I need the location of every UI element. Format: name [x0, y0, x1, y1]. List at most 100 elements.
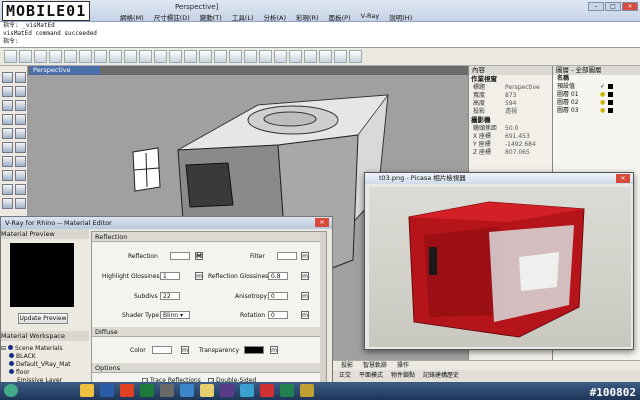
status-ortho[interactable]: 正交 [339, 370, 351, 382]
property-row[interactable]: X 座標 691.453 [469, 133, 552, 141]
rotation-input[interactable]: 0 [268, 311, 288, 319]
solid-icon[interactable] [2, 156, 13, 167]
app-icon[interactable] [200, 384, 214, 397]
rotate-view-icon[interactable] [154, 50, 167, 63]
tree-item[interactable]: Default_VRay_Mat [1, 361, 89, 369]
offset-icon[interactable] [15, 128, 26, 139]
update-preview-button[interactable]: Update Preview [18, 313, 68, 324]
rotate-icon[interactable] [2, 184, 13, 195]
layer-row[interactable]: 圖層 01 ● [553, 91, 640, 99]
paste-icon[interactable] [94, 50, 107, 63]
menu-render[interactable]: 彩現(R) [296, 12, 319, 22]
reflection-color-swatch[interactable] [170, 252, 190, 260]
settings-scrollbar[interactable] [320, 232, 326, 386]
reflection-map-button[interactable]: M [195, 252, 203, 260]
menu-mesh[interactable]: 網格(M) [120, 12, 144, 22]
curve-icon[interactable] [15, 114, 26, 125]
select-arrow-icon[interactable] [2, 72, 13, 83]
line-icon[interactable] [2, 86, 13, 97]
app-icon[interactable] [240, 384, 254, 397]
menu-dimension[interactable]: 尺寸標註(D) [154, 12, 190, 22]
reflection-glossiness-input[interactable]: 0.8 [268, 272, 288, 280]
array-icon[interactable] [15, 198, 26, 209]
diffuse-header[interactable]: Diffuse [92, 327, 322, 337]
zoom-extents-icon[interactable] [199, 50, 212, 63]
osnap-icon[interactable] [319, 50, 332, 63]
filter-map-button[interactable]: m [301, 252, 309, 260]
polyline-icon[interactable] [15, 86, 26, 97]
filter-color-swatch[interactable] [277, 252, 297, 260]
new-file-icon[interactable] [4, 50, 17, 63]
scale-icon[interactable] [15, 184, 26, 195]
mirror-icon[interactable] [2, 198, 13, 209]
menu-vray[interactable]: V-Ray [361, 12, 380, 21]
zoom-window-icon[interactable] [184, 50, 197, 63]
render-icon[interactable] [259, 50, 272, 63]
circle-icon[interactable] [2, 100, 13, 111]
close-icon[interactable]: × [315, 218, 329, 227]
layers-tab[interactable]: 圖層 - 全部圖層 [553, 66, 640, 75]
menu-transform[interactable]: 變動(T) [200, 12, 222, 22]
layer-row[interactable]: 預設值 ✓ [553, 83, 640, 91]
status-history[interactable]: 記錄建構歷史 [423, 370, 459, 382]
tree-item[interactable]: BLACK [1, 353, 89, 361]
point-icon[interactable] [15, 72, 26, 83]
boolean-icon[interactable] [15, 156, 26, 167]
tree-item[interactable]: floor [1, 369, 89, 377]
subdivs-input[interactable]: 22 [160, 292, 180, 300]
app-icon[interactable] [120, 384, 134, 397]
folder-icon[interactable] [80, 384, 94, 397]
menu-panels[interactable]: 面板(P) [329, 12, 351, 22]
transparency-map-button[interactable]: m [270, 346, 278, 354]
transparency-color-swatch[interactable] [244, 346, 264, 354]
material-icon[interactable] [274, 50, 287, 63]
status-planar[interactable]: 平面模式 [359, 370, 383, 382]
status-osnap[interactable]: 物件鎖點 [391, 370, 415, 382]
status-smart-track[interactable]: 智慧軌跡 [363, 361, 387, 370]
print-icon[interactable] [49, 50, 62, 63]
layer-row[interactable]: 圖層 03 ● [553, 107, 640, 115]
property-row[interactable]: Y 座標 -1492.684 [469, 141, 552, 149]
vray-icon[interactable] [334, 50, 347, 63]
extrude-icon[interactable] [15, 142, 26, 153]
viewport-tab[interactable]: Perspective [30, 66, 100, 75]
app-icon[interactable] [280, 384, 294, 397]
property-row[interactable]: Z 座標 807.065 [469, 149, 552, 157]
layer-row[interactable]: 圖層 02 ● [553, 99, 640, 107]
app-icon[interactable] [220, 384, 234, 397]
glossiness-map-button[interactable]: m [301, 272, 309, 280]
app-icon[interactable] [300, 384, 314, 397]
surface-icon[interactable] [2, 142, 13, 153]
status-projection[interactable]: 投影 [341, 361, 353, 370]
menu-tools[interactable]: 工具(L) [232, 12, 254, 22]
pan-icon[interactable] [139, 50, 152, 63]
rectangle-icon[interactable] [2, 114, 13, 125]
maximize-icon[interactable]: □ [605, 2, 621, 11]
reflection-header[interactable]: Reflection [92, 232, 326, 242]
command-prompt[interactable]: 指令: [0, 38, 640, 46]
rotation-map-button[interactable]: m [301, 311, 309, 319]
property-row[interactable]: 鏡頭焦距 50.0 [469, 125, 552, 133]
anisotropy-input[interactable]: 0 [268, 292, 288, 300]
status-gumball[interactable]: 操作 [397, 361, 409, 370]
redo-icon[interactable] [124, 50, 137, 63]
options-icon[interactable] [349, 50, 362, 63]
diffuse-map-button[interactable]: m [181, 346, 189, 354]
word-icon[interactable] [100, 384, 114, 397]
start-icon[interactable] [4, 384, 18, 397]
close-icon[interactable]: × [616, 174, 630, 183]
property-row[interactable]: 投影 透視 [469, 108, 552, 116]
properties-icon[interactable] [244, 50, 257, 63]
save-icon[interactable] [34, 50, 47, 63]
grid-icon[interactable] [304, 50, 317, 63]
anisotropy-map-button[interactable]: m [301, 292, 309, 300]
menu-help[interactable]: 說明(H) [389, 12, 412, 22]
move-icon[interactable] [15, 170, 26, 181]
open-file-icon[interactable] [19, 50, 32, 63]
fillet-icon[interactable] [2, 128, 13, 139]
close-icon[interactable]: × [622, 2, 638, 11]
options-header[interactable]: Options [92, 363, 322, 373]
diffuse-color-swatch[interactable] [152, 346, 172, 354]
highlight-glossiness-input[interactable]: 1 [160, 272, 180, 280]
app-icon[interactable] [180, 384, 194, 397]
